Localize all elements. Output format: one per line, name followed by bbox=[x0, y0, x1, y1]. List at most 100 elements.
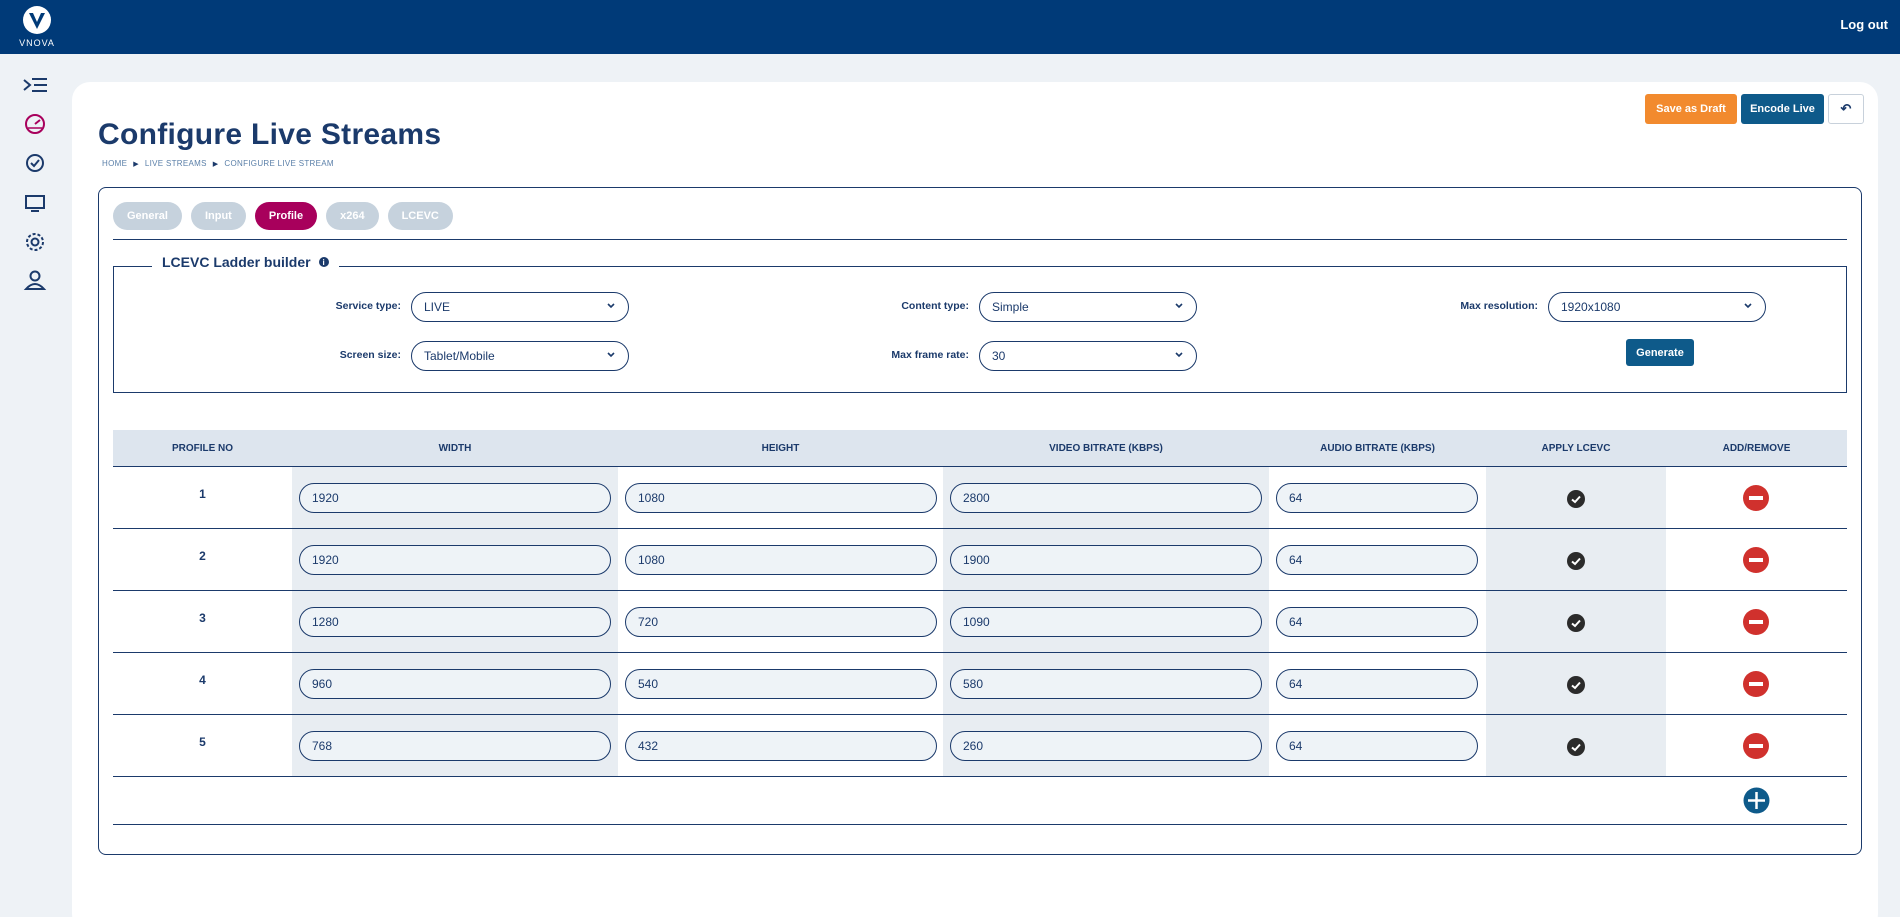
width-value: 1920 bbox=[312, 553, 339, 567]
remove-row-icon[interactable] bbox=[1743, 485, 1769, 511]
video-value: 580 bbox=[963, 677, 984, 691]
ladder-builder: LCEVC Ladder builder i Service type: LIV… bbox=[113, 254, 1847, 393]
breadcrumb-current: CONFIGURE LIVE STREAM bbox=[224, 159, 334, 168]
tab-general[interactable]: General bbox=[113, 202, 182, 230]
apply-lcevc-check-icon[interactable] bbox=[1567, 552, 1585, 570]
max-resolution-label: Max resolution: bbox=[1460, 300, 1538, 312]
apply-lcevc-check-icon[interactable] bbox=[1567, 676, 1585, 694]
width-value: 1920 bbox=[312, 491, 339, 505]
video-input[interactable]: 580 bbox=[950, 669, 1262, 699]
height-input[interactable]: 432 bbox=[625, 731, 937, 761]
max-frame-rate-label: Max frame rate: bbox=[891, 349, 969, 361]
tab-profile[interactable]: Profile bbox=[254, 202, 318, 230]
height-value: 432 bbox=[638, 739, 659, 753]
gear-icon[interactable] bbox=[22, 229, 48, 255]
audio-value: 64 bbox=[1289, 739, 1303, 753]
user-icon[interactable] bbox=[22, 267, 48, 293]
audio-input[interactable]: 64 bbox=[1276, 731, 1478, 761]
width-input[interactable]: 1920 bbox=[299, 545, 611, 575]
video-input[interactable]: 2800 bbox=[950, 483, 1262, 513]
remove-row-icon[interactable] bbox=[1743, 671, 1769, 697]
width-input[interactable]: 1920 bbox=[299, 483, 611, 513]
tab-input[interactable]: Input bbox=[190, 202, 246, 230]
table-row: 3 1280 720 1090 64 bbox=[113, 591, 1847, 653]
audio-value: 64 bbox=[1289, 553, 1303, 567]
video-value: 260 bbox=[963, 739, 984, 753]
max-frame-rate-select[interactable]: 30 bbox=[979, 341, 1197, 371]
height-value: 1080 bbox=[638, 491, 665, 505]
width-input[interactable]: 768 bbox=[299, 731, 611, 761]
audio-input[interactable]: 64 bbox=[1276, 483, 1478, 513]
logo-v-icon bbox=[23, 6, 51, 34]
table-header: PROFILE NO WIDTH HEIGHT VIDEO BITRATE (K… bbox=[113, 430, 1847, 467]
chevron-down-icon bbox=[1175, 303, 1183, 309]
header-audio-bitrate: AUDIO BITRATE (KBPS) bbox=[1320, 443, 1435, 454]
check-circle-icon[interactable] bbox=[22, 150, 48, 176]
tabs-divider bbox=[113, 239, 1847, 240]
info-icon[interactable]: i bbox=[318, 257, 329, 267]
tab-x264[interactable]: x264 bbox=[326, 202, 379, 230]
width-input[interactable]: 1280 bbox=[299, 607, 611, 637]
service-type-value: LIVE bbox=[424, 300, 451, 314]
encode-live-button[interactable]: Encode Live bbox=[1741, 94, 1824, 124]
content-type-value: Simple bbox=[992, 300, 1029, 314]
profile-number: 1 bbox=[199, 487, 206, 501]
audio-input[interactable]: 64 bbox=[1276, 669, 1478, 699]
header-add-remove: ADD/REMOVE bbox=[1722, 443, 1791, 454]
breadcrumb-live-streams[interactable]: LIVE STREAMS bbox=[145, 159, 207, 168]
chevron-down-icon bbox=[607, 303, 615, 309]
table-row: 5 768 432 260 64 bbox=[113, 715, 1847, 777]
add-circle-icon[interactable] bbox=[1743, 787, 1770, 814]
ladder-builder-title: LCEVC Ladder builder i bbox=[152, 254, 339, 270]
video-input[interactable]: 260 bbox=[950, 731, 1262, 761]
remove-row-icon[interactable] bbox=[1743, 733, 1769, 759]
logo-text: VNOVA bbox=[19, 38, 55, 48]
remove-row-icon[interactable] bbox=[1743, 547, 1769, 573]
menu-expand-icon[interactable] bbox=[22, 74, 48, 100]
remove-row-icon[interactable] bbox=[1743, 609, 1769, 635]
dashboard-gauge-icon[interactable] bbox=[22, 111, 48, 137]
audio-input[interactable]: 64 bbox=[1276, 607, 1478, 637]
vnova-logo[interactable]: VNOVA bbox=[18, 5, 56, 49]
back-button[interactable]: ↶ bbox=[1828, 94, 1864, 124]
content-type-select[interactable]: Simple bbox=[979, 292, 1197, 322]
height-input[interactable]: 1080 bbox=[625, 483, 937, 513]
breadcrumb-separator-icon: ▶ bbox=[212, 160, 219, 168]
profile-number: 5 bbox=[199, 735, 206, 749]
logout-link[interactable]: Log out bbox=[1840, 17, 1888, 32]
apply-lcevc-check-icon[interactable] bbox=[1567, 614, 1585, 632]
service-type-select[interactable]: LIVE bbox=[411, 292, 629, 322]
configure-panel: General Input Profile x264 LCEVC LCEVC L… bbox=[98, 187, 1862, 855]
max-resolution-select[interactable]: 1920x1080 bbox=[1548, 292, 1766, 322]
monitor-icon[interactable] bbox=[22, 190, 48, 216]
video-input[interactable]: 1900 bbox=[950, 545, 1262, 575]
video-input[interactable]: 1090 bbox=[950, 607, 1262, 637]
height-input[interactable]: 1080 bbox=[625, 545, 937, 575]
profile-number: 3 bbox=[199, 611, 206, 625]
breadcrumb-home[interactable]: HOME bbox=[102, 159, 127, 168]
profile-table: PROFILE NO WIDTH HEIGHT VIDEO BITRATE (K… bbox=[113, 430, 1847, 825]
height-value: 1080 bbox=[638, 553, 665, 567]
ladder-title-text: LCEVC Ladder builder bbox=[162, 254, 311, 270]
audio-value: 64 bbox=[1289, 491, 1303, 505]
audio-value: 64 bbox=[1289, 615, 1303, 629]
height-input[interactable]: 720 bbox=[625, 607, 937, 637]
height-input[interactable]: 540 bbox=[625, 669, 937, 699]
header-height: HEIGHT bbox=[761, 443, 800, 454]
screen-size-select[interactable]: Tablet/Mobile bbox=[411, 341, 629, 371]
tab-lcevc[interactable]: LCEVC bbox=[387, 202, 453, 230]
max-resolution-value: 1920x1080 bbox=[1561, 300, 1621, 314]
sidebar bbox=[0, 54, 70, 917]
generate-button[interactable]: Generate bbox=[1626, 339, 1694, 366]
width-input[interactable]: 960 bbox=[299, 669, 611, 699]
save-as-draft-button[interactable]: Save as Draft bbox=[1645, 94, 1737, 124]
video-value: 1090 bbox=[963, 615, 990, 629]
chevron-down-icon bbox=[607, 352, 615, 358]
chevron-down-icon bbox=[1744, 303, 1752, 309]
apply-lcevc-check-icon[interactable] bbox=[1567, 738, 1585, 756]
tab-bar: General Input Profile x264 LCEVC bbox=[113, 202, 453, 230]
apply-lcevc-check-icon[interactable] bbox=[1567, 490, 1585, 508]
profile-number: 4 bbox=[199, 673, 206, 687]
audio-input[interactable]: 64 bbox=[1276, 545, 1478, 575]
main-content: Save as Draft Encode Live ↶ Configure Li… bbox=[72, 82, 1878, 917]
